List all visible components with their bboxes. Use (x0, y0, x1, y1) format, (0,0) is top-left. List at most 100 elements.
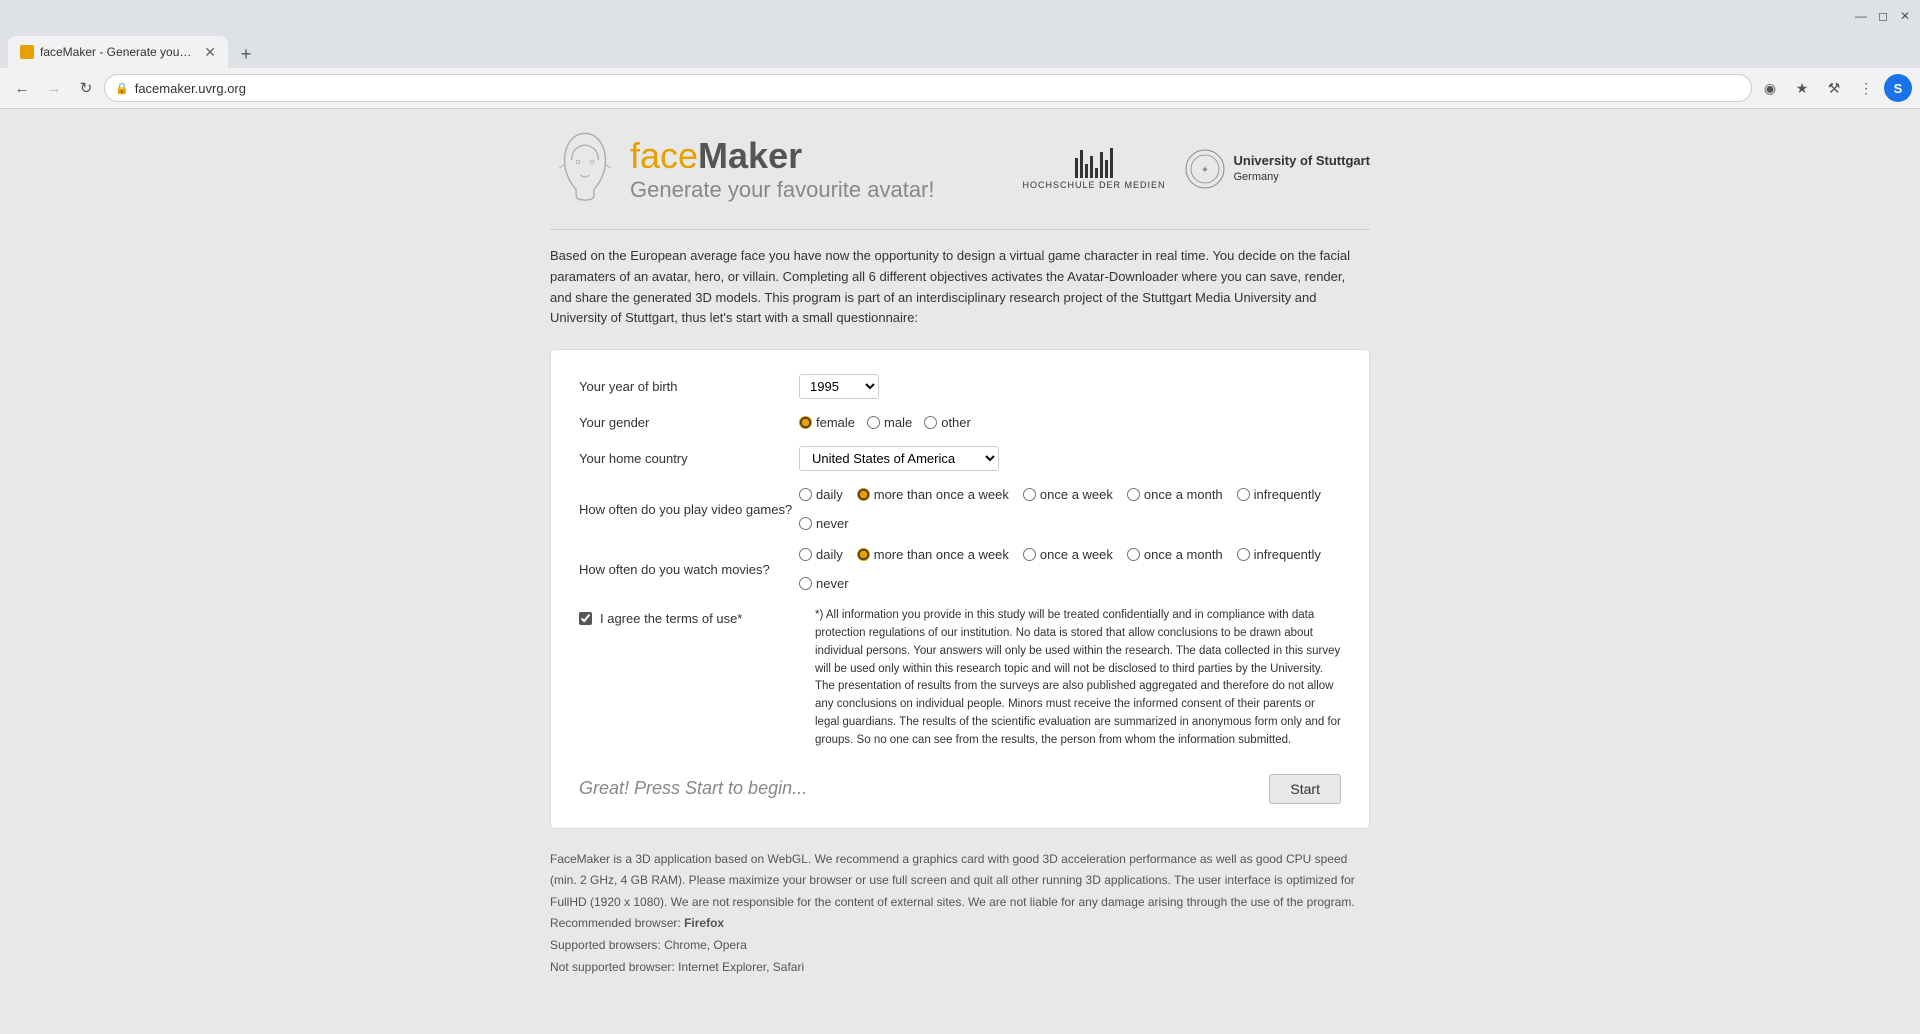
hdm-bar-7 (1105, 160, 1108, 178)
mv-daily-label: daily (816, 547, 843, 562)
start-button[interactable]: Start (1269, 774, 1341, 804)
hdm-bar-3 (1085, 164, 1088, 178)
header-divider (550, 229, 1370, 230)
logo-subtitle: Generate your favourite avatar! (630, 177, 935, 203)
video-games-control-area: daily more than once a week once a week … (799, 487, 1341, 531)
vg-never-option[interactable]: never (799, 516, 849, 531)
vg-once-week-plus-option[interactable]: more than once a week (857, 487, 1009, 502)
home-country-row: Your home country United States of Ameri… (579, 446, 1341, 471)
hdm-bar-4 (1090, 156, 1093, 178)
uni-country: Germany (1233, 170, 1370, 185)
mv-once-week-radio[interactable] (1023, 548, 1036, 561)
movies-row: How often do you watch movies? daily mor… (579, 547, 1341, 591)
gender-other-radio[interactable] (924, 416, 937, 429)
video-games-label: How often do you play video games? (579, 502, 799, 517)
mv-once-week-option[interactable]: once a week (1023, 547, 1113, 562)
gender-female-option[interactable]: female (799, 415, 855, 430)
minimize-button[interactable]: ― (1854, 9, 1868, 23)
new-tab-button[interactable]: + (232, 40, 260, 68)
mv-infrequently-label: infrequently (1254, 547, 1321, 562)
mv-daily-option[interactable]: daily (799, 547, 843, 562)
mv-once-week-label: once a week (1040, 547, 1113, 562)
mv-never-radio[interactable] (799, 577, 812, 590)
vg-daily-label: daily (816, 487, 843, 502)
menu-icon[interactable]: ⋮ (1852, 74, 1880, 102)
mv-once-month-radio[interactable] (1127, 548, 1140, 561)
puzzle-icon[interactable]: ⚒ (1820, 74, 1848, 102)
logo-title: faceMaker (630, 135, 935, 177)
uni-crest-svg: ✦ (1185, 149, 1225, 189)
gender-other-option[interactable]: other (924, 415, 971, 430)
hdm-bar-5 (1095, 168, 1098, 178)
restore-button[interactable]: ◻ (1876, 9, 1890, 23)
tab-close-icon[interactable]: ✕ (204, 44, 216, 61)
back-button[interactable]: ← (8, 74, 36, 102)
gender-other-label: other (941, 415, 971, 430)
year-of-birth-row: Your year of birth 1995 1990 1985 1980 2… (579, 374, 1341, 399)
mv-never-option[interactable]: never (799, 576, 849, 591)
mv-infrequently-radio[interactable] (1237, 548, 1250, 561)
site-footer: FaceMaker is a 3D application based on W… (550, 849, 1370, 979)
press-start-text: Great! Press Start to begin... (579, 778, 807, 799)
mv-daily-radio[interactable] (799, 548, 812, 561)
vg-once-month-option[interactable]: once a month (1127, 487, 1223, 502)
vg-infrequently-option[interactable]: infrequently (1237, 487, 1321, 502)
reload-button[interactable]: ↻ (72, 74, 100, 102)
vg-infrequently-radio[interactable] (1237, 488, 1250, 501)
year-of-birth-label: Your year of birth (579, 379, 799, 394)
mv-once-week-plus-option[interactable]: more than once a week (857, 547, 1009, 562)
hdm-bars (1075, 148, 1113, 178)
footer-line1: FaceMaker is a 3D application based on W… (550, 849, 1370, 914)
forward-button[interactable]: → (40, 74, 68, 102)
footer-supported: Supported browsers: Chrome, Opera (550, 935, 1370, 957)
vg-once-week-label: once a week (1040, 487, 1113, 502)
video-games-row: How often do you play video games? daily… (579, 487, 1341, 531)
vg-once-month-radio[interactable] (1127, 488, 1140, 501)
footer-supported-value: Chrome, Opera (664, 938, 747, 952)
bottom-bar: Great! Press Start to begin... Start (579, 766, 1341, 804)
logo-area: faceMaker Generate your favourite avatar… (550, 129, 935, 209)
bookmark-icon[interactable]: ★ (1788, 74, 1816, 102)
vg-never-radio[interactable] (799, 517, 812, 530)
logo-maker-part: Maker (698, 135, 802, 176)
gender-female-radio[interactable] (799, 416, 812, 429)
vg-daily-option[interactable]: daily (799, 487, 843, 502)
profile-avatar[interactable]: S (1884, 74, 1912, 102)
country-control-area: United States of America United Kingdom … (799, 446, 1341, 471)
hdm-bar-8 (1110, 148, 1113, 178)
address-bar[interactable]: 🔒 facemaker.uvrg.org (104, 74, 1752, 102)
gender-male-radio[interactable] (867, 416, 880, 429)
vg-once-week-plus-radio[interactable] (857, 488, 870, 501)
hdm-bar-1 (1075, 158, 1078, 178)
site-header: faceMaker Generate your favourite avatar… (550, 129, 1370, 209)
browser-tabs: faceMaker - Generate your favo... ✕ + (0, 32, 1920, 68)
mv-once-week-plus-radio[interactable] (857, 548, 870, 561)
mv-never-label: never (816, 576, 849, 591)
mv-once-month-option[interactable]: once a month (1127, 547, 1223, 562)
hdm-logo: HOCHSCHULE DER MEDIEN (1022, 148, 1165, 190)
terms-text: *) All information you provide in this s… (815, 607, 1341, 750)
footer-not-supported: Not supported browser: Internet Explorer… (550, 957, 1370, 979)
svg-text:✦: ✦ (1201, 165, 1209, 176)
main-container: faceMaker Generate your favourite avatar… (550, 129, 1370, 978)
country-select[interactable]: United States of America United Kingdom … (799, 446, 999, 471)
vg-once-week-radio[interactable] (1023, 488, 1036, 501)
vg-once-week-option[interactable]: once a week (1023, 487, 1113, 502)
tab-favicon (20, 45, 34, 59)
close-button[interactable]: ✕ (1898, 9, 1912, 23)
form-card: Your year of birth 1995 1990 1985 1980 2… (550, 349, 1370, 829)
active-tab[interactable]: faceMaker - Generate your favo... ✕ (8, 36, 228, 68)
vg-daily-radio[interactable] (799, 488, 812, 501)
footer-recommended: Recommended browser: Firefox (550, 913, 1370, 935)
description-text: Based on the European average face you h… (550, 246, 1370, 329)
mv-infrequently-option[interactable]: infrequently (1237, 547, 1321, 562)
unistuttgart-logo: ✦ University of Stuttgart Germany (1185, 149, 1370, 189)
vg-infrequently-label: infrequently (1254, 487, 1321, 502)
gender-male-option[interactable]: male (867, 415, 912, 430)
page-content: faceMaker Generate your favourite avatar… (0, 109, 1920, 1034)
mv-once-month-label: once a month (1144, 547, 1223, 562)
vg-once-week-plus-label: more than once a week (874, 487, 1009, 502)
terms-checkbox[interactable] (579, 612, 592, 625)
year-select[interactable]: 1995 1990 1985 1980 2000 2005 (799, 374, 879, 399)
extensions-icon[interactable]: ◉ (1756, 74, 1784, 102)
